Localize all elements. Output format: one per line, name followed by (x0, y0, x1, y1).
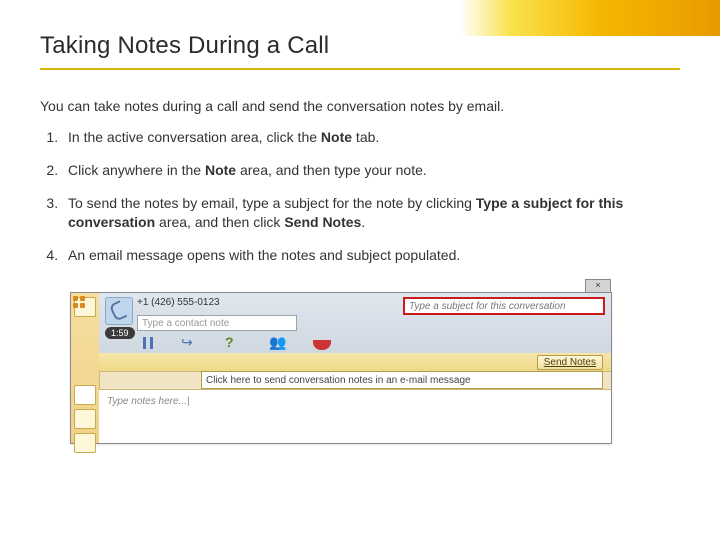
notes-placeholder: Type notes here...| (107, 396, 189, 407)
phone-icon (105, 297, 133, 325)
slide-content: Taking Notes During a Call You can take … (40, 32, 680, 278)
help-icon[interactable]: ? (225, 336, 241, 350)
close-button[interactable]: × (585, 279, 611, 293)
call-timer: 1:59 (105, 327, 135, 339)
pause-icon[interactable] (143, 337, 153, 349)
call-toolbar: ↪ ? 👥 (137, 333, 611, 353)
sidebar (71, 293, 100, 443)
send-notes-button[interactable]: Send Notes (537, 355, 603, 370)
add-participant-icon[interactable]: 👥 (269, 336, 285, 350)
step-2: Click anywhere in the Note area, and the… (62, 161, 680, 180)
contact-note-input[interactable]: Type a contact note (137, 315, 297, 331)
page-title: Taking Notes During a Call (40, 32, 680, 60)
notes-area[interactable]: Type notes here...| (99, 389, 611, 443)
tab-note-icon[interactable] (74, 385, 96, 405)
step-4: An email message opens with the notes an… (62, 246, 680, 265)
forward-icon[interactable]: ↪ (181, 336, 197, 350)
send-hint: Click here to send conversation notes in… (201, 371, 603, 389)
tab-video-icon[interactable] (74, 409, 96, 429)
call-number: +1 (426) 555-0123 (137, 297, 220, 308)
intro-text: You can take notes during a call and sen… (40, 98, 680, 114)
step-1: In the active conversation area, click t… (62, 128, 680, 147)
title-rule (40, 68, 680, 70)
app-screenshot: × +1 (426) 555-0123 1:59 Type a contact … (70, 292, 612, 444)
sidebar-logo (74, 297, 96, 317)
call-header: +1 (426) 555-0123 1:59 Type a contact no… (99, 293, 611, 354)
subject-input[interactable]: Type a subject for this conversation (403, 297, 605, 315)
send-bar: Send Notes (99, 353, 611, 372)
step-3: To send the notes by email, type a subje… (62, 194, 680, 232)
hangup-icon[interactable] (313, 340, 331, 350)
brand-banner (460, 0, 720, 36)
tab-contacts-icon[interactable] (74, 433, 96, 453)
steps-list: In the active conversation area, click t… (40, 128, 680, 264)
